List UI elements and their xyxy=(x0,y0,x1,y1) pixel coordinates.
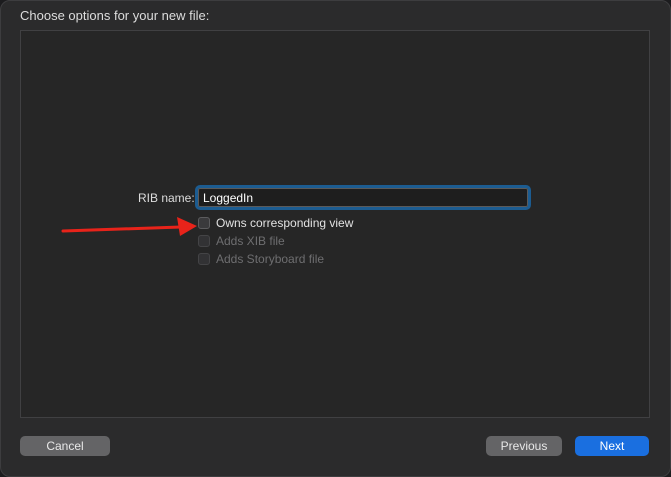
adds-storyboard-checkbox xyxy=(198,253,210,265)
owns-view-checkbox-row[interactable]: Owns corresponding view xyxy=(198,216,353,230)
previous-button[interactable]: Previous xyxy=(486,436,562,456)
rib-name-label: RIB name: xyxy=(138,191,195,205)
rib-name-input[interactable] xyxy=(195,185,531,210)
cancel-button[interactable]: Cancel xyxy=(20,436,110,456)
adds-storyboard-label: Adds Storyboard file xyxy=(216,252,325,266)
adds-storyboard-checkbox-row: Adds Storyboard file xyxy=(198,252,324,266)
red-arrow-annotation-icon xyxy=(61,217,197,236)
new-file-options-dialog: Choose options for your new file: RIB na… xyxy=(0,0,671,477)
dialog-title: Choose options for your new file: xyxy=(20,8,210,23)
owns-view-label: Owns corresponding view xyxy=(216,216,354,230)
adds-xib-checkbox-row: Adds XIB file xyxy=(198,234,285,248)
adds-xib-label: Adds XIB file xyxy=(216,234,285,248)
next-button[interactable]: Next xyxy=(575,436,649,456)
